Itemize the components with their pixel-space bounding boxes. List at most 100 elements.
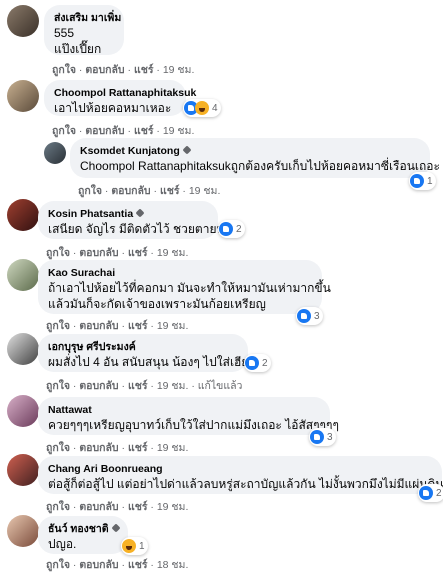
like-reaction-icon [219,222,233,236]
comment-text: ควยๆๆๆเหรียญอุบาทว์เก็บใว้ใส่ปากแม่มึงเถ… [48,418,339,432]
like-link[interactable]: ถูกใจ [46,501,70,513]
comment-bubble: Kosin Phatsantia เสนียด จัญไร มีติดตัวไว… [38,201,232,239]
like-reaction-icon [297,309,311,323]
like-reaction-icon [419,486,433,500]
reaction-summary[interactable]: 1 [409,172,436,190]
comment-actions: ถูกใจ · ตอบกลับ · แชร์ · 18 ชม. [46,559,189,571]
timestamp[interactable]: 19 ชม. [157,501,189,513]
comment-text: ถ้าเอาไปห้อยไว้ที่คอกมา มันจะทำให้หมามัน… [48,281,331,295]
comment-author[interactable]: Choompol Rattanaphitaksuk [54,86,196,100]
comment-actions: ถูกใจ · ตอบกลับ · แชร์ · 19 ชม. [46,320,189,332]
comment-author[interactable]: Nattawat [48,403,319,417]
share-link[interactable]: แชร์ [128,501,148,513]
haha-reaction-icon [195,101,209,115]
comment-bubble: Ksomdet Kunjatong Choompol Rattanaphitak… [70,138,440,178]
timestamp[interactable]: 19 ชม. [157,320,189,332]
comment-bubble: ธันว์ ทองชาติ ปญอ. [38,516,128,554]
avatar[interactable] [44,142,66,164]
reply-link[interactable]: ตอบกลับ [79,380,118,392]
comment-author[interactable]: Chang Ari Boonrueang [48,462,431,476]
edited-label[interactable]: แก้ไขแล้ว [198,380,243,392]
avatar[interactable] [7,515,39,547]
like-reaction-icon [245,356,259,370]
reply-link[interactable]: ตอบกลับ [79,320,118,332]
avatar[interactable] [7,333,39,365]
timestamp[interactable]: 19 ชม. [157,247,189,259]
timestamp[interactable]: 18 ชม. [157,559,189,571]
comment-author[interactable]: Ksomdet Kunjatong [80,144,419,158]
comment-bubble: Choompol Rattanaphitaksuk เอาไปห้อยคอหมา… [44,80,196,116]
reaction-count: 1 [139,540,145,552]
like-link[interactable]: ถูกใจ [46,380,70,392]
timestamp[interactable]: 19 ชม. [189,185,221,197]
timestamp[interactable]: 19 ชม. [163,64,195,76]
comment-text: แล้วมันก็จะกัดเจ้าของเพราะมันก้อยเหรียญ [48,297,266,311]
reply-link[interactable]: ตอบกลับ [85,64,124,76]
timestamp[interactable]: 19 ชม. [163,125,195,137]
reaction-count: 4 [212,102,218,114]
like-link[interactable]: ถูกใจ [46,442,70,454]
share-link[interactable]: แชร์ [128,247,148,259]
like-link[interactable]: ถูกใจ [46,559,70,571]
like-link[interactable]: ถูกใจ [52,64,76,76]
avatar[interactable] [7,80,39,112]
share-link[interactable]: แชร์ [134,64,154,76]
comment-bubble: ส่งเสริม มาเพิ่ม 555 แป๊งเปี๊ยก [44,5,124,56]
comment-author[interactable]: Kosin Phatsantia [48,207,207,221]
comment-actions: ถูกใจ · ตอบกลับ · แชร์ · 19 ชม. [46,442,189,454]
like-link[interactable]: ถูกใจ [46,320,70,332]
comment-text: Choompol Rattanaphitaksukถูกต้องครับเก็บ… [80,159,440,173]
share-link[interactable]: แชร์ [128,559,148,571]
comment-author[interactable]: เอกบุรุษ ศรีประมงค์ [48,340,237,354]
reply-link[interactable]: ตอบกลับ [79,442,118,454]
share-link[interactable]: แชร์ [160,185,180,197]
comment-bubble: เอกบุรุษ ศรีประมงค์ ผมสั่งไป 4 อัน สนับส… [38,334,248,372]
share-link[interactable]: แชร์ [128,442,148,454]
reply-link[interactable]: ตอบกลับ [79,559,118,571]
timestamp[interactable]: 19 ชม. [157,380,189,392]
reaction-summary[interactable]: 2 [418,484,443,502]
share-link[interactable]: แชร์ [134,125,154,137]
avatar[interactable] [7,395,39,427]
comment-actions: ถูกใจ · ตอบกลับ · แชร์ · 19 ชม. [78,185,221,197]
like-link[interactable]: ถูกใจ [46,247,70,259]
comment-text: ผมสั่งไป 4 อัน สนับสนุน น้องๆ ไปใส่เฮีย [48,355,249,369]
comment-actions: ถูกใจ · ตอบกลับ · แชร์ · 19 ชม. [52,64,195,76]
comment-actions: ถูกใจ · ตอบกลับ · แชร์ · 19 ชม. · แก้ไขแ… [46,380,243,392]
comment-text: 555 [54,26,75,40]
like-link[interactable]: ถูกใจ [52,125,76,137]
comment-text: ต่อสู้ก็ต่อสู้ไป แต่อย่าไปด่าแล้วลบหรู่ส… [48,477,443,491]
comment-bubble: Nattawat ควยๆๆๆเหรียญอุบาทว์เก็บใว้ใส่ปา… [38,397,339,435]
share-link[interactable]: แชร์ [128,380,148,392]
like-link[interactable]: ถูกใจ [78,185,102,197]
avatar[interactable] [7,259,39,291]
comment-author[interactable]: ธันว์ ทองชาติ [48,522,121,536]
reaction-summary[interactable]: 1 [121,537,148,555]
comment-bubble: Kao Surachai ถ้าเอาไปห้อยไว้ที่คอกมา มัน… [38,260,331,314]
reaction-count: 1 [427,175,433,187]
share-link[interactable]: แชร์ [128,320,148,332]
avatar[interactable] [7,199,39,231]
comment-actions: ถูกใจ · ตอบกลับ · แชร์ · 19 ชม. [46,501,189,513]
comment-text: ปญอ. [48,537,77,551]
reply-link[interactable]: ตอบกลับ [111,185,150,197]
timestamp[interactable]: 19 ชม. [157,442,189,454]
comment-author[interactable]: Kao Surachai [48,266,311,280]
reply-link[interactable]: ตอบกลับ [79,501,118,513]
reaction-count: 3 [314,310,320,322]
comment-author[interactable]: ส่งเสริม มาเพิ่ม [54,11,121,25]
reaction-summary[interactable]: 2 [244,354,271,372]
comment-text: แป๊งเปี๊ยก [54,42,102,56]
reaction-summary[interactable]: 3 [296,307,323,325]
reaction-summary[interactable]: 4 [183,99,221,117]
top-fan-badge-icon [111,523,121,533]
reaction-count: 2 [262,357,268,369]
like-reaction-icon [310,430,324,444]
reaction-summary[interactable]: 3 [309,428,336,446]
reaction-summary[interactable]: 2 [218,220,245,238]
avatar[interactable] [7,5,39,37]
reply-link[interactable]: ตอบกลับ [79,247,118,259]
comment-text: เสนียด จัญไร มีติดตัวไว้ ชวยตายห่า [48,222,232,236]
avatar[interactable] [7,454,39,486]
reply-link[interactable]: ตอบกลับ [85,125,124,137]
